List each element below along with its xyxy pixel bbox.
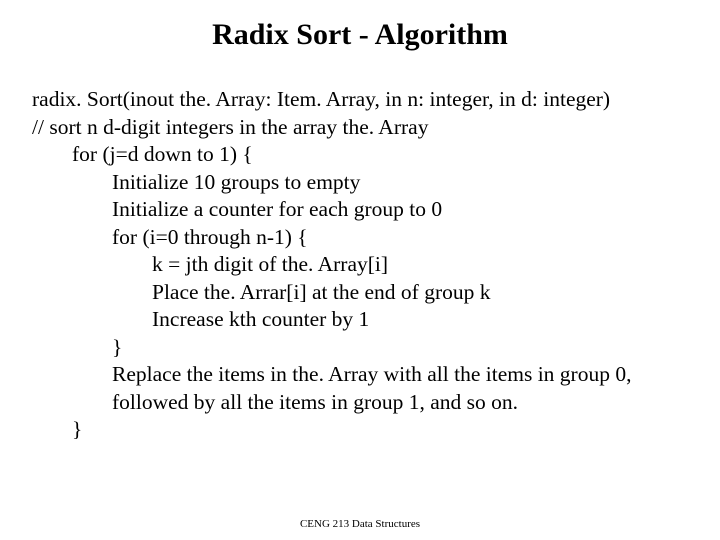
- code-line: Initialize 10 groups to empty: [32, 169, 700, 197]
- code-line: }: [32, 416, 700, 444]
- slide-title: Radix Sort - Algorithm: [0, 18, 720, 52]
- algorithm-body: radix. Sort(inout the. Array: Item. Arra…: [32, 86, 700, 444]
- code-line: followed by all the items in group 1, an…: [32, 389, 700, 417]
- code-line: radix. Sort(inout the. Array: Item. Arra…: [32, 86, 700, 114]
- slide: Radix Sort - Algorithm radix. Sort(inout…: [0, 0, 720, 540]
- code-line: Increase kth counter by 1: [32, 306, 700, 334]
- code-line: Replace the items in the. Array with all…: [32, 361, 700, 389]
- code-line: // sort n d-digit integers in the array …: [32, 114, 700, 142]
- code-line: }: [32, 334, 700, 362]
- code-line: for (j=d down to 1) {: [32, 141, 700, 169]
- code-line: for (i=0 through n-1) {: [32, 224, 700, 252]
- code-line: Initialize a counter for each group to 0: [32, 196, 700, 224]
- code-line: k = jth digit of the. Array[i]: [32, 251, 700, 279]
- slide-footer: CENG 213 Data Structures: [0, 518, 720, 530]
- code-line: Place the. Arrar[i] at the end of group …: [32, 279, 700, 307]
